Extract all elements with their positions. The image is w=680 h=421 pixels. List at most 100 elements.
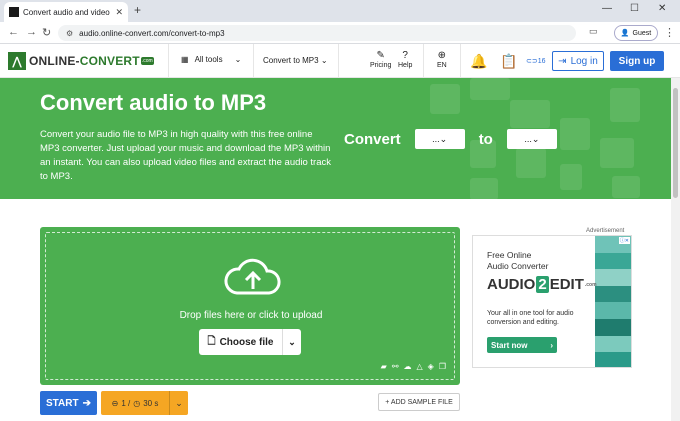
convert-label: Convert bbox=[344, 130, 401, 148]
address-bar-row: ← → ↻ ⚙ audio.online-convert.com/convert… bbox=[0, 22, 680, 44]
back-icon[interactable]: ← bbox=[8, 26, 19, 38]
ad-copy: Your all in one tool for audio conversio… bbox=[487, 310, 574, 326]
chevron-right-icon: › bbox=[550, 340, 553, 350]
profile-button[interactable]: 👤 Guest bbox=[614, 25, 658, 41]
clipboard-clock-icon[interactable]: 📋 bbox=[500, 53, 517, 70]
divider bbox=[168, 44, 169, 78]
decor-shape bbox=[610, 88, 640, 122]
dropzone-border: Drop files here or click to upload 🗋 Cho… bbox=[45, 232, 455, 380]
scrollbar-thumb[interactable] bbox=[673, 88, 678, 198]
decor-shape bbox=[516, 148, 546, 178]
favicon-icon bbox=[9, 7, 19, 17]
reload-icon[interactable]: ↻ bbox=[42, 26, 51, 39]
close-tab-icon[interactable]: ✕ bbox=[115, 7, 123, 18]
url-text: audio.online-convert.com/convert-to-mp3 bbox=[79, 28, 225, 38]
page-scrollbar[interactable] bbox=[671, 78, 680, 421]
menu-icon[interactable]: ⋮ bbox=[664, 26, 675, 39]
add-sample-file-button[interactable]: + ADD SAMPLE FILE bbox=[378, 393, 460, 411]
ad-brand-part: .com bbox=[584, 281, 597, 288]
ad-headline: Free Online Audio Converter bbox=[487, 250, 548, 272]
drop-instruction: Drop files here or click to upload bbox=[179, 310, 323, 321]
cast-icon[interactable]: ▭ bbox=[589, 26, 598, 37]
dropbox-icon[interactable]: ◈ bbox=[428, 362, 434, 371]
ad-choices-icon[interactable]: ⓘ✕ bbox=[618, 237, 630, 244]
divider bbox=[423, 44, 424, 78]
language-label: EN bbox=[437, 62, 447, 69]
tab-title: Convert audio and video to MP3 bbox=[23, 7, 112, 17]
site-logo[interactable]: ⋀ ONLINE-CONVERT .com bbox=[8, 52, 154, 70]
cloud-icon[interactable]: ☁ bbox=[404, 362, 412, 371]
files-limit: 1 / bbox=[121, 398, 131, 408]
browser-tab[interactable]: Convert audio and video to MP3 ✕ bbox=[4, 2, 128, 22]
source-format-value: ... bbox=[432, 134, 440, 144]
advertisement[interactable]: ⓘ✕ Free Online Audio Converter AUDIO 2 E… bbox=[472, 235, 632, 368]
credits-icon: ⊂⊃ bbox=[526, 58, 538, 65]
decor-shape bbox=[560, 164, 582, 190]
login-icon: ⇥ bbox=[558, 55, 567, 67]
arrow-right-icon: ➔ bbox=[82, 397, 91, 409]
upload-dropzone[interactable]: Drop files here or click to upload 🗋 Cho… bbox=[40, 227, 460, 385]
ad-cta-button[interactable]: Start now › bbox=[487, 337, 557, 353]
signup-button[interactable]: Sign up bbox=[610, 51, 664, 71]
chevron-down-icon: ⌄ bbox=[439, 133, 448, 144]
decor-shape bbox=[600, 138, 634, 168]
pricing-label: Pricing bbox=[370, 62, 392, 69]
new-tab-button[interactable]: + bbox=[134, 3, 141, 17]
ad-headline-line1: Free Online bbox=[487, 250, 532, 260]
chevron-down-icon[interactable]: ⌄ bbox=[170, 398, 188, 409]
choose-file-button[interactable]: 🗋 Choose file ⌄ bbox=[199, 329, 301, 355]
to-label: to bbox=[478, 130, 493, 148]
ad-decoration bbox=[595, 236, 631, 367]
ad-brand-logo: AUDIO 2 EDIT .com bbox=[487, 276, 597, 293]
source-format-select[interactable]: ... ⌄ bbox=[414, 129, 465, 149]
profile-icon: 👤 bbox=[620, 30, 630, 37]
chevron-down-icon[interactable]: ⌄ bbox=[283, 337, 301, 348]
ad-label: Advertisement bbox=[586, 228, 625, 234]
help-icon: ? bbox=[402, 50, 408, 61]
all-tools-menu[interactable]: ▦ All tools ⌄ bbox=[181, 55, 241, 64]
folder-icon[interactable]: ▰ bbox=[381, 362, 387, 371]
close-window-icon[interactable]: ✕ bbox=[658, 3, 666, 14]
site-header: ⋀ ONLINE-CONVERT .com ▦ All tools ⌄ Conv… bbox=[0, 44, 680, 78]
logo-mark-icon: ⋀ bbox=[8, 52, 26, 70]
help-label: Help bbox=[398, 62, 413, 69]
clipboard-icon[interactable]: ❐ bbox=[439, 362, 446, 371]
clock-icon: ◷ bbox=[133, 398, 141, 408]
bell-icon[interactable]: 🔔 bbox=[470, 53, 487, 70]
credits-value: 16 bbox=[537, 58, 546, 65]
upload-sources: ▰ ⚯ ☁ △ ◈ ❐ bbox=[381, 362, 446, 371]
target-format-select[interactable]: ... ⌄ bbox=[506, 129, 557, 149]
browser-tab-strip: Convert audio and video to MP3 ✕ + — ☐ ✕ bbox=[0, 0, 680, 22]
ad-headline-line2: Audio Converter bbox=[487, 261, 549, 271]
grid-icon: ▦ bbox=[181, 55, 189, 64]
cloud-upload-icon bbox=[224, 258, 281, 295]
logo-suffix: .com bbox=[140, 57, 154, 65]
start-button[interactable]: START ➔ bbox=[40, 391, 97, 415]
forward-icon[interactable]: → bbox=[26, 26, 37, 38]
login-button[interactable]: ⇥ Log in bbox=[552, 51, 604, 71]
login-label: Log in bbox=[570, 55, 598, 67]
site-info-icon[interactable]: ⚙ bbox=[66, 29, 73, 38]
pricing-link[interactable]: ✎ Pricing bbox=[370, 50, 391, 69]
divider bbox=[460, 44, 461, 78]
decor-shape bbox=[430, 84, 460, 114]
tag-icon: ✎ bbox=[376, 50, 385, 61]
files-icon: ⊖ bbox=[111, 398, 119, 408]
credits-counter[interactable]: ⊂⊃16 bbox=[526, 57, 546, 65]
help-link[interactable]: ? Help bbox=[398, 50, 412, 69]
ad-brand-part: 2 bbox=[536, 276, 549, 293]
conversion-limits[interactable]: ⊖ 1 / ◷ 30 s ⌄ bbox=[101, 391, 188, 415]
chevron-down-icon: ⌄ bbox=[320, 56, 328, 65]
minimize-icon[interactable]: — bbox=[602, 3, 612, 14]
decor-shape bbox=[470, 178, 498, 199]
profile-label: Guest bbox=[632, 29, 652, 37]
hero-description: Convert your audio file to MP3 in high q… bbox=[40, 129, 332, 182]
choose-file-label: Choose file bbox=[219, 336, 274, 348]
convert-to-menu[interactable]: Convert to MP3 ⌄ bbox=[263, 56, 328, 65]
google-drive-icon[interactable]: △ bbox=[417, 362, 423, 371]
decor-shape bbox=[470, 78, 510, 100]
url-field[interactable]: ⚙ audio.online-convert.com/convert-to-mp… bbox=[58, 25, 576, 41]
maximize-icon[interactable]: ☐ bbox=[630, 3, 639, 14]
link-icon[interactable]: ⚯ bbox=[392, 362, 399, 371]
language-selector[interactable]: ⊕ EN bbox=[437, 50, 447, 69]
